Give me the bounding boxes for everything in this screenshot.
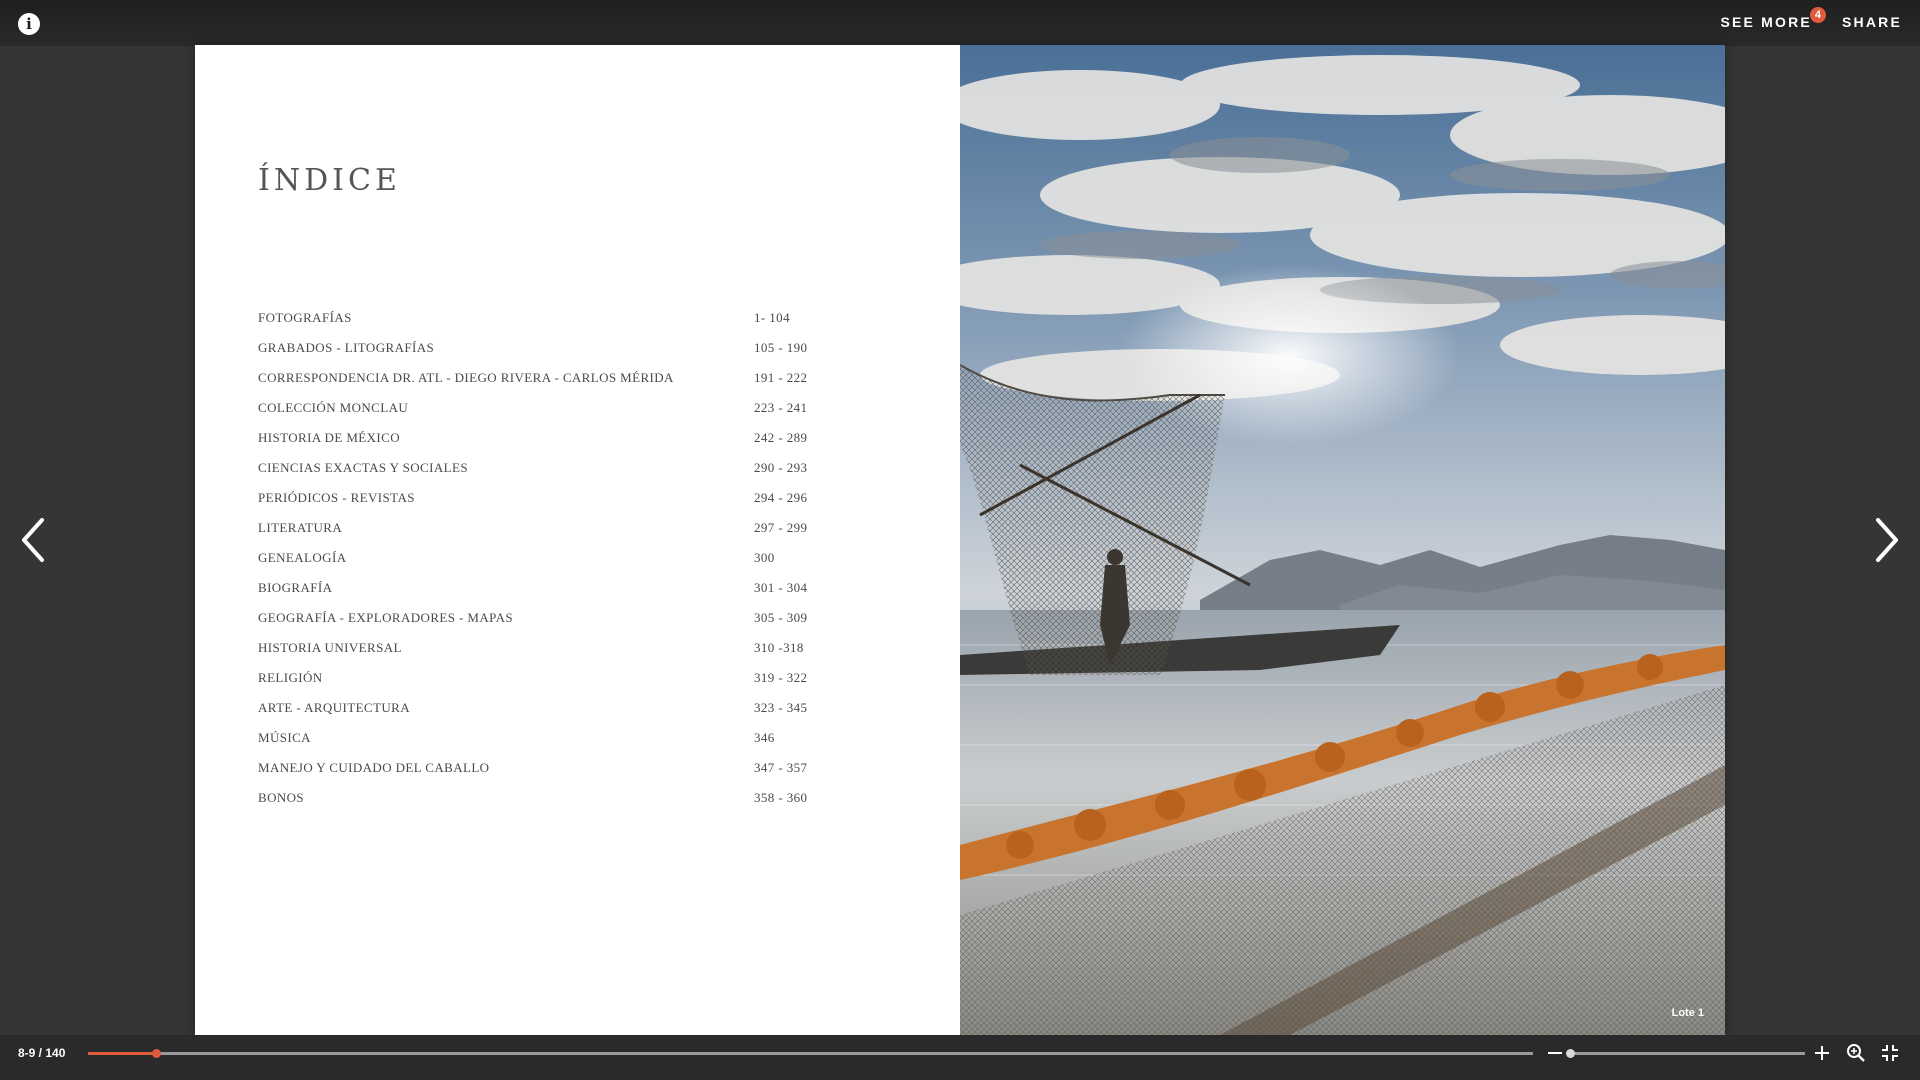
index-label: MÚSICA — [258, 730, 311, 745]
index-row: ARTE - ARQUITECTURA 323 - 345 — [258, 693, 858, 723]
page-left[interactable]: ÍNDICE FOTOGRAFÍAS 1- 104 GRABADOS - LITOG… — [195, 45, 960, 1035]
index-row: GENEALOGÍA 300 — [258, 543, 858, 573]
index-pages: 346 — [754, 730, 775, 745]
bottom-toolbar: 8-9 / 140 — [0, 1035, 1920, 1080]
index-label: GENEALOGÍA — [258, 550, 347, 565]
index-row: HISTORIA DE MÉXICO 242 - 289 — [258, 423, 858, 453]
index-label: LITERATURA — [258, 520, 343, 535]
lake-photo — [960, 45, 1725, 1035]
index-pages: 347 - 357 — [754, 760, 808, 775]
exit-fullscreen-icon[interactable] — [1880, 1043, 1900, 1063]
book-spread: ÍNDICE FOTOGRAFÍAS 1- 104 GRABADOS - LITOG… — [195, 45, 1725, 1035]
photo-caption: Lote 1 — [1671, 1007, 1704, 1019]
index-pages: 294 - 296 — [754, 490, 808, 505]
index-row: LITERATURA 297 - 299 — [258, 513, 858, 543]
minus-icon[interactable] — [1545, 1043, 1565, 1063]
index-label: MANEJO Y CUIDADO DEL CABALLO — [258, 760, 490, 775]
zoom-icon[interactable] — [1846, 1043, 1866, 1063]
index-pages: 290 - 293 — [754, 460, 808, 475]
index-row: PERIÓDICOS - REVISTAS 294 - 296 — [258, 483, 858, 513]
chevron-left-icon[interactable] — [12, 510, 52, 570]
index-row: MANEJO Y CUIDADO DEL CABALLO 347 - 357 — [258, 753, 858, 783]
index-label: PERIÓDICOS - REVISTAS — [258, 490, 415, 505]
index-label: GEOGRAFÍA - EXPLORADORES - MAPAS — [258, 610, 514, 625]
zoom-slider[interactable] — [1566, 1049, 1805, 1058]
page-progress-slider[interactable] — [88, 1049, 1533, 1058]
index-label: ARTE - ARQUITECTURA — [258, 700, 410, 715]
chevron-right-icon[interactable] — [1868, 510, 1908, 570]
index-list: FOTOGRAFÍAS 1- 104 GRABADOS - LITOGRAFÍAS 1… — [258, 303, 858, 813]
top-toolbar: i SEE MORE 4 SHARE — [0, 0, 1920, 46]
index-pages: 297 - 299 — [754, 520, 808, 535]
index-row: COLECCIÓN MONCLAU 223 - 241 — [258, 393, 858, 423]
index-row: BIOGRAFÍA 301 - 304 — [258, 573, 858, 603]
page-right[interactable]: Lote 1 — [960, 45, 1725, 1035]
index-pages: 191 - 222 — [754, 370, 808, 385]
index-pages: 242 - 289 — [754, 430, 808, 445]
zoom-handle[interactable] — [1566, 1049, 1575, 1058]
index-pages: 223 - 241 — [754, 400, 808, 415]
top-actions: SEE MORE 4 SHARE — [1720, 7, 1902, 30]
info-icon[interactable]: i — [18, 13, 40, 35]
index-pages: 323 - 345 — [754, 700, 808, 715]
index-label: HISTORIA UNIVERSAL — [258, 640, 402, 655]
progress-handle[interactable] — [151, 1049, 161, 1058]
index-label: FOTOGRAFÍAS — [258, 310, 352, 325]
index-pages: 358 - 360 — [754, 790, 808, 805]
index-row: MÚSICA 346 — [258, 723, 858, 753]
index-label: BONOS — [258, 790, 305, 805]
see-more-label: SEE MORE — [1720, 14, 1812, 30]
index-pages: 310 -318 — [754, 640, 804, 655]
index-row: BONOS 358 - 360 — [258, 783, 858, 813]
index-pages: 305 - 309 — [754, 610, 808, 625]
index-row: GRABADOS - LITOGRAFÍAS 105 - 190 — [258, 333, 858, 363]
index-row: CIENCIAS EXACTAS Y SOCIALES 290 - 293 — [258, 453, 858, 483]
page-title: ÍNDICE — [258, 163, 401, 198]
index-row: CORRESPONDENCIA DR. ATL - DIEGO RIVERA -… — [258, 363, 858, 393]
index-label: HISTORIA DE MÉXICO — [258, 430, 401, 445]
index-row: RELIGIÓN 319 - 322 — [258, 663, 858, 693]
index-pages: 301 - 304 — [754, 580, 808, 595]
index-pages: 105 - 190 — [754, 340, 808, 355]
share-button[interactable]: SHARE — [1842, 14, 1902, 30]
index-pages: 1- 104 — [754, 310, 790, 325]
progress-fill — [88, 1052, 156, 1055]
index-label: GRABADOS - LITOGRAFÍAS — [258, 340, 435, 355]
index-row: FOTOGRAFÍAS 1- 104 — [258, 303, 858, 333]
index-label: CORRESPONDENCIA DR. ATL - DIEGO RIVERA -… — [258, 370, 674, 385]
page-counter: 8-9 / 140 — [18, 1046, 66, 1060]
index-label: BIOGRAFÍA — [258, 580, 333, 595]
see-more-button[interactable]: SEE MORE 4 — [1720, 7, 1826, 30]
index-label: CIENCIAS EXACTAS Y SOCIALES — [258, 460, 468, 475]
plus-icon[interactable] — [1812, 1043, 1832, 1063]
index-pages: 319 - 322 — [754, 670, 808, 685]
index-pages: 300 — [754, 550, 775, 565]
index-row: HISTORIA UNIVERSAL 310 -318 — [258, 633, 858, 663]
index-label: COLECCIÓN MONCLAU — [258, 400, 409, 415]
notification-badge: 4 — [1809, 7, 1826, 23]
index-row: GEOGRAFÍA - EXPLORADORES - MAPAS 305 - 30… — [258, 603, 858, 633]
index-label: RELIGIÓN — [258, 670, 323, 685]
